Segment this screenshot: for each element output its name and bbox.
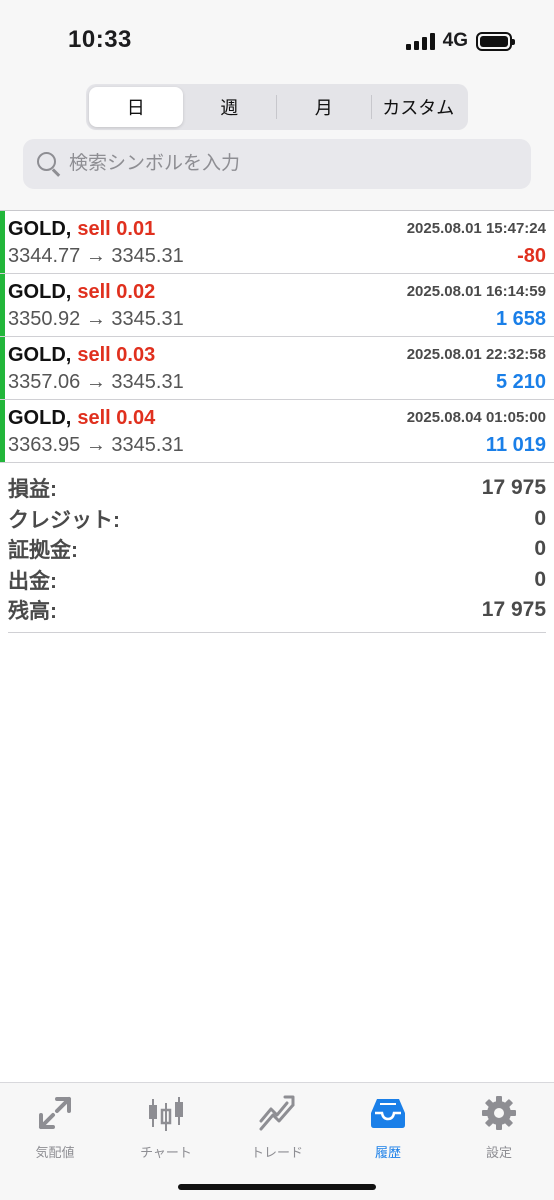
trade-datetime: 2025.08.04 01:05:00 — [406, 409, 546, 426]
summary-row-profit: 損益: 17 975 — [8, 473, 546, 504]
period-tab-day[interactable]: 日 — [89, 87, 183, 127]
summary-label: 出金: — [8, 569, 57, 593]
gear-icon — [482, 1096, 516, 1130]
trade-row[interactable]: GOLD, sell 0.01 2025.08.01 15:47:24 3344.… — [0, 211, 554, 274]
trade-datetime: 2025.08.01 22:32:58 — [406, 346, 546, 363]
trade-side: sell 0.04 — [77, 407, 156, 429]
trade-profit: -80 — [517, 245, 546, 267]
home-indicator — [178, 1184, 376, 1190]
signal-icon — [405, 32, 435, 50]
trade-side: sell 0.03 — [77, 344, 156, 366]
trade-symbol: GOLD, sell 0.02 — [8, 281, 156, 303]
trade-symbol: GOLD, sell 0.04 — [8, 407, 156, 429]
trade-prices: 3363.95 → 3345.31 — [8, 434, 184, 456]
trade-indicator-bar — [0, 400, 5, 462]
trade-side: sell 0.02 — [77, 281, 156, 303]
trade-symbol: GOLD, sell 0.03 — [8, 344, 156, 366]
summary-row-credit: クレジット: 0 — [8, 504, 546, 535]
summary-value: 0 — [534, 506, 546, 530]
battery-icon — [476, 31, 515, 51]
period-tab-week[interactable]: 週 — [183, 87, 277, 127]
bottom-tab-bar: 気配値 チャート トレード 履歴 設定 — [0, 1082, 554, 1200]
summary-label: 証拠金: — [8, 539, 78, 563]
tab-label: 履歴 — [374, 1145, 401, 1160]
summary-value: 17 975 — [481, 476, 546, 500]
tab-label: チャート — [140, 1145, 192, 1160]
summary-value: 17 975 — [481, 598, 546, 622]
tab-quotes[interactable]: 気配値 — [5, 1093, 105, 1161]
quotes-arrows-icon — [39, 1097, 71, 1129]
period-segmented-control: 日 週 月 カスタム — [86, 84, 468, 130]
search-icon — [35, 150, 63, 178]
tab-settings[interactable]: 設定 — [449, 1093, 549, 1161]
trade-row[interactable]: GOLD, sell 0.02 2025.08.01 16:14:59 3350.… — [0, 274, 554, 337]
summary-label: 残高: — [8, 600, 57, 624]
account-summary: 損益: 17 975 クレジット: 0 証拠金: 0 出金: 0 残高: 17 … — [8, 473, 546, 626]
tab-history[interactable]: 履歴 — [338, 1093, 438, 1161]
trade-symbol: GOLD, sell 0.01 — [8, 218, 156, 240]
tab-label: 設定 — [485, 1145, 512, 1160]
summary-row-balance: 残高: 17 975 — [8, 595, 546, 626]
trade-chart-icon — [259, 1095, 295, 1131]
trade-profit: 11 019 — [485, 434, 546, 456]
inbox-tray-icon — [371, 1099, 405, 1128]
trade-row[interactable]: GOLD, sell 0.03 2025.08.01 22:32:58 3357.… — [0, 337, 554, 400]
trade-datetime: 2025.08.01 15:47:24 — [406, 220, 546, 237]
trade-indicator-bar — [0, 337, 5, 399]
trade-history-list: GOLD, sell 0.01 2025.08.01 15:47:24 3344.… — [0, 210, 554, 463]
trade-profit: 5 210 — [495, 371, 546, 393]
trade-prices: 3357.06 → 3345.31 — [8, 371, 184, 393]
period-tab-custom[interactable]: カスタム — [372, 87, 466, 127]
summary-row-withdrawal: 出金: 0 — [8, 565, 546, 596]
status-time: 10:33 — [68, 26, 132, 53]
tab-trade[interactable]: トレード — [227, 1093, 327, 1161]
summary-divider — [8, 632, 546, 633]
tab-label: トレード — [250, 1145, 303, 1160]
summary-value: 0 — [534, 537, 546, 561]
trade-profit: 1 658 — [495, 308, 546, 330]
trade-side: sell 0.01 — [77, 218, 156, 240]
candlestick-icon — [149, 1097, 183, 1131]
period-tab-month[interactable]: 月 — [277, 87, 371, 127]
search-input[interactable] — [69, 153, 509, 175]
search-bar[interactable] — [23, 139, 531, 189]
summary-label: クレジット: — [8, 508, 120, 532]
trade-indicator-bar — [0, 274, 5, 336]
summary-label: 損益: — [8, 478, 57, 502]
trade-row[interactable]: GOLD, sell 0.04 2025.08.04 01:05:00 3363.… — [0, 400, 554, 463]
trade-prices: 3350.92 → 3345.31 — [8, 308, 184, 330]
trade-datetime: 2025.08.01 16:14:59 — [406, 283, 546, 300]
tab-chart[interactable]: チャート — [116, 1093, 216, 1161]
tab-label: 気配値 — [35, 1145, 75, 1160]
summary-row-deposit: 証拠金: 0 — [8, 534, 546, 565]
trade-indicator-bar — [0, 211, 5, 273]
status-indicators: 4G — [405, 30, 515, 52]
trade-prices: 3344.77 → 3345.31 — [8, 245, 184, 267]
network-type: 4G — [442, 30, 468, 51]
summary-value: 0 — [534, 567, 546, 591]
